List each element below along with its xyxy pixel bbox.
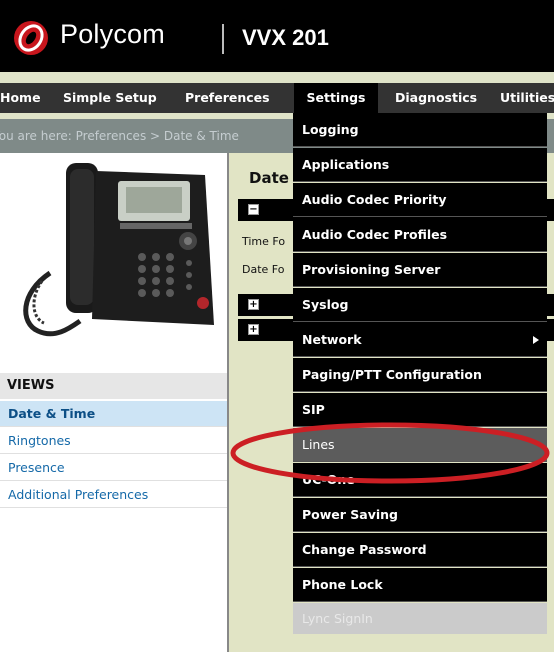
submenu-arrow-icon [533,336,539,344]
menu-item-provisioning-server[interactable]: Provisioning Server [293,253,547,287]
left-sidebar: VIEWS Date & Time Ringtones Presence Add… [0,153,229,652]
device-model: VVX 201 [242,25,329,50]
menu-item-audio-codec-priority[interactable]: Audio Codec Priority [293,183,547,217]
nav-simple-setup[interactable]: Simple Setup [63,83,157,113]
date-format-label: Date Fo [242,263,285,276]
view-presence[interactable]: Presence [0,455,227,481]
settings-dropdown-menu: Logging Applications Audio Codec Priorit… [293,113,547,634]
menu-item-syslog[interactable]: Syslog [293,288,547,322]
menu-item-sip[interactable]: SIP [293,393,547,427]
nav-utilities[interactable]: Utilities [500,83,554,113]
view-ringtones[interactable]: Ringtones [0,428,227,454]
expand-icon[interactable]: + [248,324,259,335]
polycom-logo-icon [14,21,48,55]
breadcrumb-text: You are here: Preferences > Date & Time [0,129,239,143]
view-date-time[interactable]: Date & Time [0,401,227,427]
views-heading: VIEWS [0,373,227,399]
collapse-icon[interactable]: − [248,204,259,215]
menu-item-phone-lock[interactable]: Phone Lock [293,568,547,602]
page-title: Date [249,169,289,187]
menu-item-change-password[interactable]: Change Password [293,533,547,567]
menu-item-uc-one[interactable]: UC-One [293,463,547,497]
nav-preferences[interactable]: Preferences [185,83,270,113]
brand-name: Polycom [60,19,165,49]
menu-item-network[interactable]: Network [293,323,547,357]
nav-settings[interactable]: Settings [294,83,378,113]
menu-item-applications[interactable]: Applications [293,148,547,182]
nav-home[interactable]: Home [0,83,41,113]
time-format-label: Time Fo [242,235,286,248]
header-divider [222,24,224,54]
view-additional-preferences[interactable]: Additional Preferences [0,482,227,508]
menu-item-lines[interactable]: Lines [293,428,547,462]
menu-item-paging-ptt[interactable]: Paging/PTT Configuration [293,358,547,392]
menu-item-logging[interactable]: Logging [293,113,547,147]
phone-image [0,153,227,365]
menu-item-network-label: Network [302,332,362,347]
main-nav: Home Simple Setup Preferences Settings D… [0,83,554,113]
nav-diagnostics[interactable]: Diagnostics [395,83,477,113]
menu-item-lync-signin: Lync SignIn [293,603,547,634]
app-header: Polycom VVX 201 [0,0,554,72]
expand-icon[interactable]: + [248,299,259,310]
menu-item-audio-codec-profiles[interactable]: Audio Codec Profiles [293,218,547,252]
menu-item-power-saving[interactable]: Power Saving [293,498,547,532]
